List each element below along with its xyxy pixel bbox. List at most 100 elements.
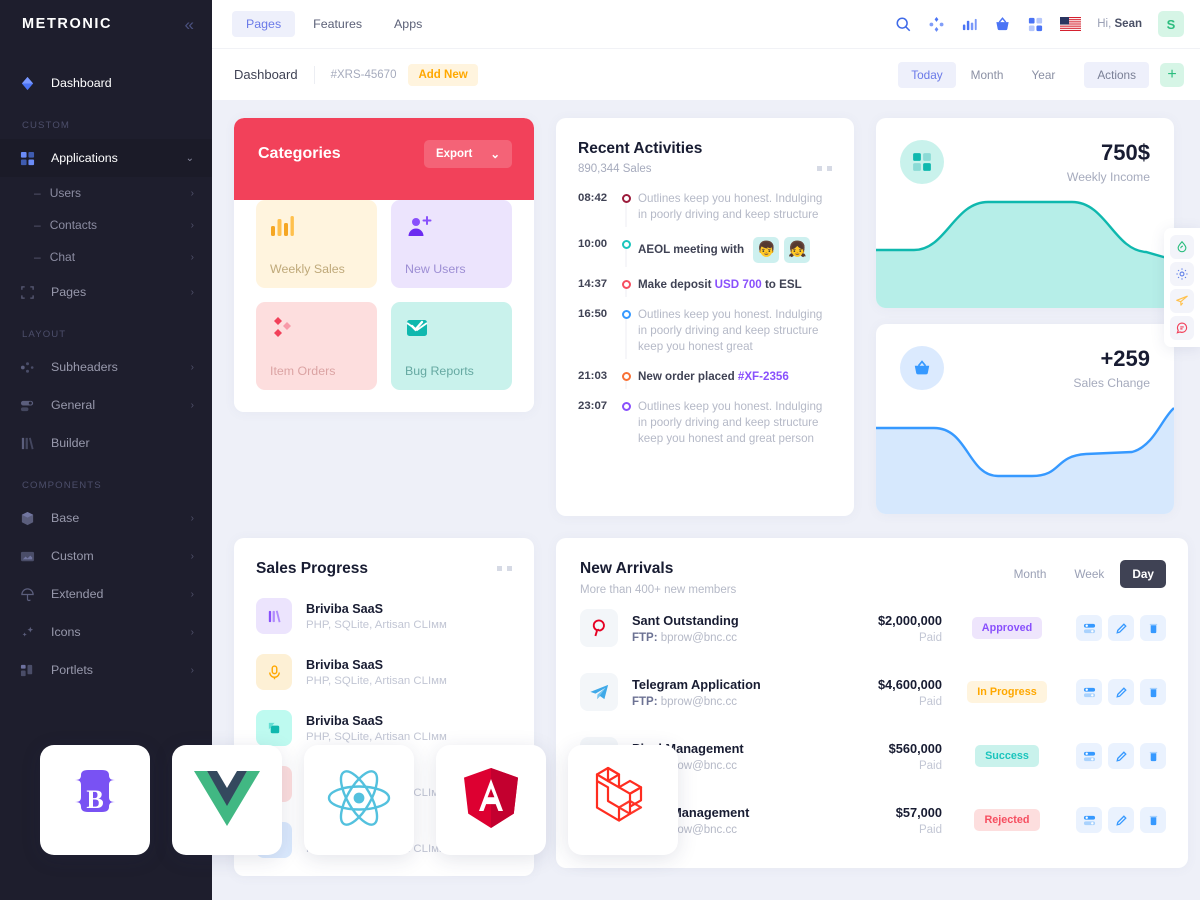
list-item[interactable]: Briviba SaaS PHP, SQLite, Artisan CLIмм — [256, 598, 512, 634]
range-year-button[interactable]: Year — [1018, 62, 1068, 88]
sidebar-item-extended[interactable]: Extended › — [0, 575, 212, 613]
send-icon[interactable] — [1170, 289, 1194, 313]
delete-icon[interactable] — [1140, 807, 1166, 833]
ftp-label: FTP: — [632, 695, 658, 708]
edit-icon[interactable] — [1108, 807, 1134, 833]
bars-icon — [256, 598, 292, 634]
edit-icon[interactable] — [1108, 743, 1134, 769]
angular-logo-card[interactable] — [436, 745, 546, 855]
bootstrap-logo-card[interactable]: B — [40, 745, 150, 855]
tab-apps[interactable]: Apps — [380, 11, 436, 37]
grid-icon[interactable] — [1027, 16, 1044, 33]
tile-label: Item Orders — [270, 364, 336, 378]
tile-new-users[interactable]: New Users — [391, 200, 512, 288]
range-month-button[interactable]: Month — [958, 62, 1017, 88]
avatar: 👦 — [753, 237, 780, 263]
plus-icon[interactable]: + — [1160, 62, 1184, 87]
gear-icon[interactable] — [1170, 262, 1194, 286]
ftp-label: FTP: — [632, 631, 658, 644]
sidebar-item-dashboard[interactable]: Dashboard — [0, 64, 212, 102]
laravel-logo-card[interactable] — [568, 745, 678, 855]
bar-chart-icon[interactable] — [961, 16, 978, 33]
delete-icon[interactable] — [1140, 615, 1166, 641]
more-options-icon[interactable] — [497, 566, 512, 571]
item-name: Briviba SaaS — [306, 657, 384, 672]
search-icon[interactable] — [895, 16, 912, 33]
scatter-icon[interactable] — [928, 16, 945, 33]
columns-icon — [20, 436, 42, 451]
settings-icon[interactable] — [1076, 615, 1102, 641]
sidebar-item-base[interactable]: Base › — [0, 499, 212, 537]
recent-activities-title: Recent Activities — [578, 140, 703, 157]
chat-icon[interactable] — [1170, 316, 1194, 340]
delete-icon[interactable] — [1140, 679, 1166, 705]
tile-item-orders[interactable]: Item Orders — [256, 302, 377, 390]
toggle-day[interactable]: Day — [1120, 560, 1166, 588]
sidebar-item-icons[interactable]: Icons › — [0, 613, 212, 651]
bar-chart-icon — [270, 214, 363, 243]
toggle-month[interactable]: Month — [1002, 560, 1059, 588]
chevron-double-left-icon[interactable]: « — [185, 16, 194, 33]
table-row: Sant Outstanding FTP: bprow@bnc.cc $2,00… — [580, 596, 1166, 660]
tab-features[interactable]: Features — [299, 11, 376, 37]
row-paid: Paid — [918, 759, 942, 772]
nodes-icon — [20, 360, 42, 375]
us-flag-icon[interactable] — [1060, 17, 1082, 31]
settings-icon[interactable] — [1076, 743, 1102, 769]
sidebar-item-contacts[interactable]: – Contacts › — [0, 209, 212, 241]
droplet-icon[interactable] — [1170, 235, 1194, 259]
tab-pages[interactable]: Pages — [232, 11, 296, 37]
row-price: $4,600,000 — [877, 676, 942, 692]
angular-logo — [461, 766, 521, 835]
activity-item: 08:42 Outlines keep you honest. Indulgin… — [578, 191, 834, 237]
list-item[interactable]: Briviba SaaS PHP, SQLite, Artisan CLIмм — [256, 710, 512, 746]
sidebar-item-general[interactable]: General › — [0, 386, 212, 424]
export-button[interactable]: Export ⌄ — [423, 140, 512, 168]
sidebar-item-portlets[interactable]: Portlets › — [0, 651, 212, 689]
sidebar-item-subheaders[interactable]: Subheaders › — [0, 348, 212, 386]
sidebar-item-pages[interactable]: Pages › — [0, 273, 212, 311]
settings-icon[interactable] — [1076, 807, 1102, 833]
list-item[interactable]: Briviba SaaS PHP, SQLite, Artisan CLIмм — [256, 654, 512, 690]
edit-icon[interactable] — [1108, 615, 1134, 641]
more-options-icon[interactable] — [817, 166, 832, 171]
activity-time: 21:03 — [578, 370, 608, 382]
range-today-button[interactable]: Today — [898, 61, 956, 88]
delete-icon[interactable] — [1140, 743, 1166, 769]
react-logo-card[interactable] — [304, 745, 414, 855]
activity-text-wrap: AEOL meeting with 👦 👧 — [638, 237, 834, 263]
avatar[interactable]: S — [1158, 11, 1184, 37]
edit-icon[interactable] — [1108, 679, 1134, 705]
sidebar-item-chat[interactable]: – Chat › — [0, 241, 212, 273]
actions-button[interactable]: Actions — [1084, 61, 1149, 88]
sidebar-item-custom[interactable]: Custom › — [0, 537, 212, 575]
stats-column: 750$ Weekly Income +259 Sales Change — [876, 118, 1174, 514]
row-actions — [1076, 807, 1166, 833]
sparkle-icon — [20, 625, 42, 640]
row-ftp: FTP: bprow@bnc.cc — [632, 696, 822, 708]
row-amount: $2,000,000 Paid — [822, 613, 942, 644]
activity-time: 16:50 — [578, 308, 608, 320]
settings-icon[interactable] — [1076, 679, 1102, 705]
add-new-button[interactable]: Add New — [408, 63, 478, 86]
dash-icon: – — [34, 186, 41, 200]
weekly-income-card: 750$ Weekly Income — [876, 118, 1174, 308]
sidebar-item-users[interactable]: – Users › — [0, 177, 212, 209]
sidebar-item-builder[interactable]: Builder — [0, 424, 212, 462]
subheader: Dashboard #XRS-45670 Add New Today Month… — [212, 48, 1200, 100]
tile-bug-reports[interactable]: Bug Reports — [391, 302, 512, 390]
vue-logo-card[interactable] — [172, 745, 282, 855]
chevron-right-icon: › — [190, 361, 194, 373]
toggle-icon — [20, 398, 42, 413]
tile-weekly-sales[interactable]: Weekly Sales — [256, 200, 377, 288]
activity-item: 16:50 Outlines keep you honest. Indulgin… — [578, 307, 834, 369]
sidebar-item-applications[interactable]: Applications ⌄ — [0, 139, 212, 177]
row-status: Rejected — [942, 809, 1072, 831]
greeting: Hi, Sean — [1097, 18, 1142, 30]
item-desc: PHP, SQLite, Artisan CLIмм — [306, 730, 447, 743]
basket-icon[interactable] — [994, 16, 1011, 33]
react-logo — [326, 768, 392, 833]
categories-title: Categories — [258, 145, 341, 162]
activity-tail: to ESL — [761, 278, 802, 291]
toggle-week[interactable]: Week — [1062, 560, 1116, 588]
